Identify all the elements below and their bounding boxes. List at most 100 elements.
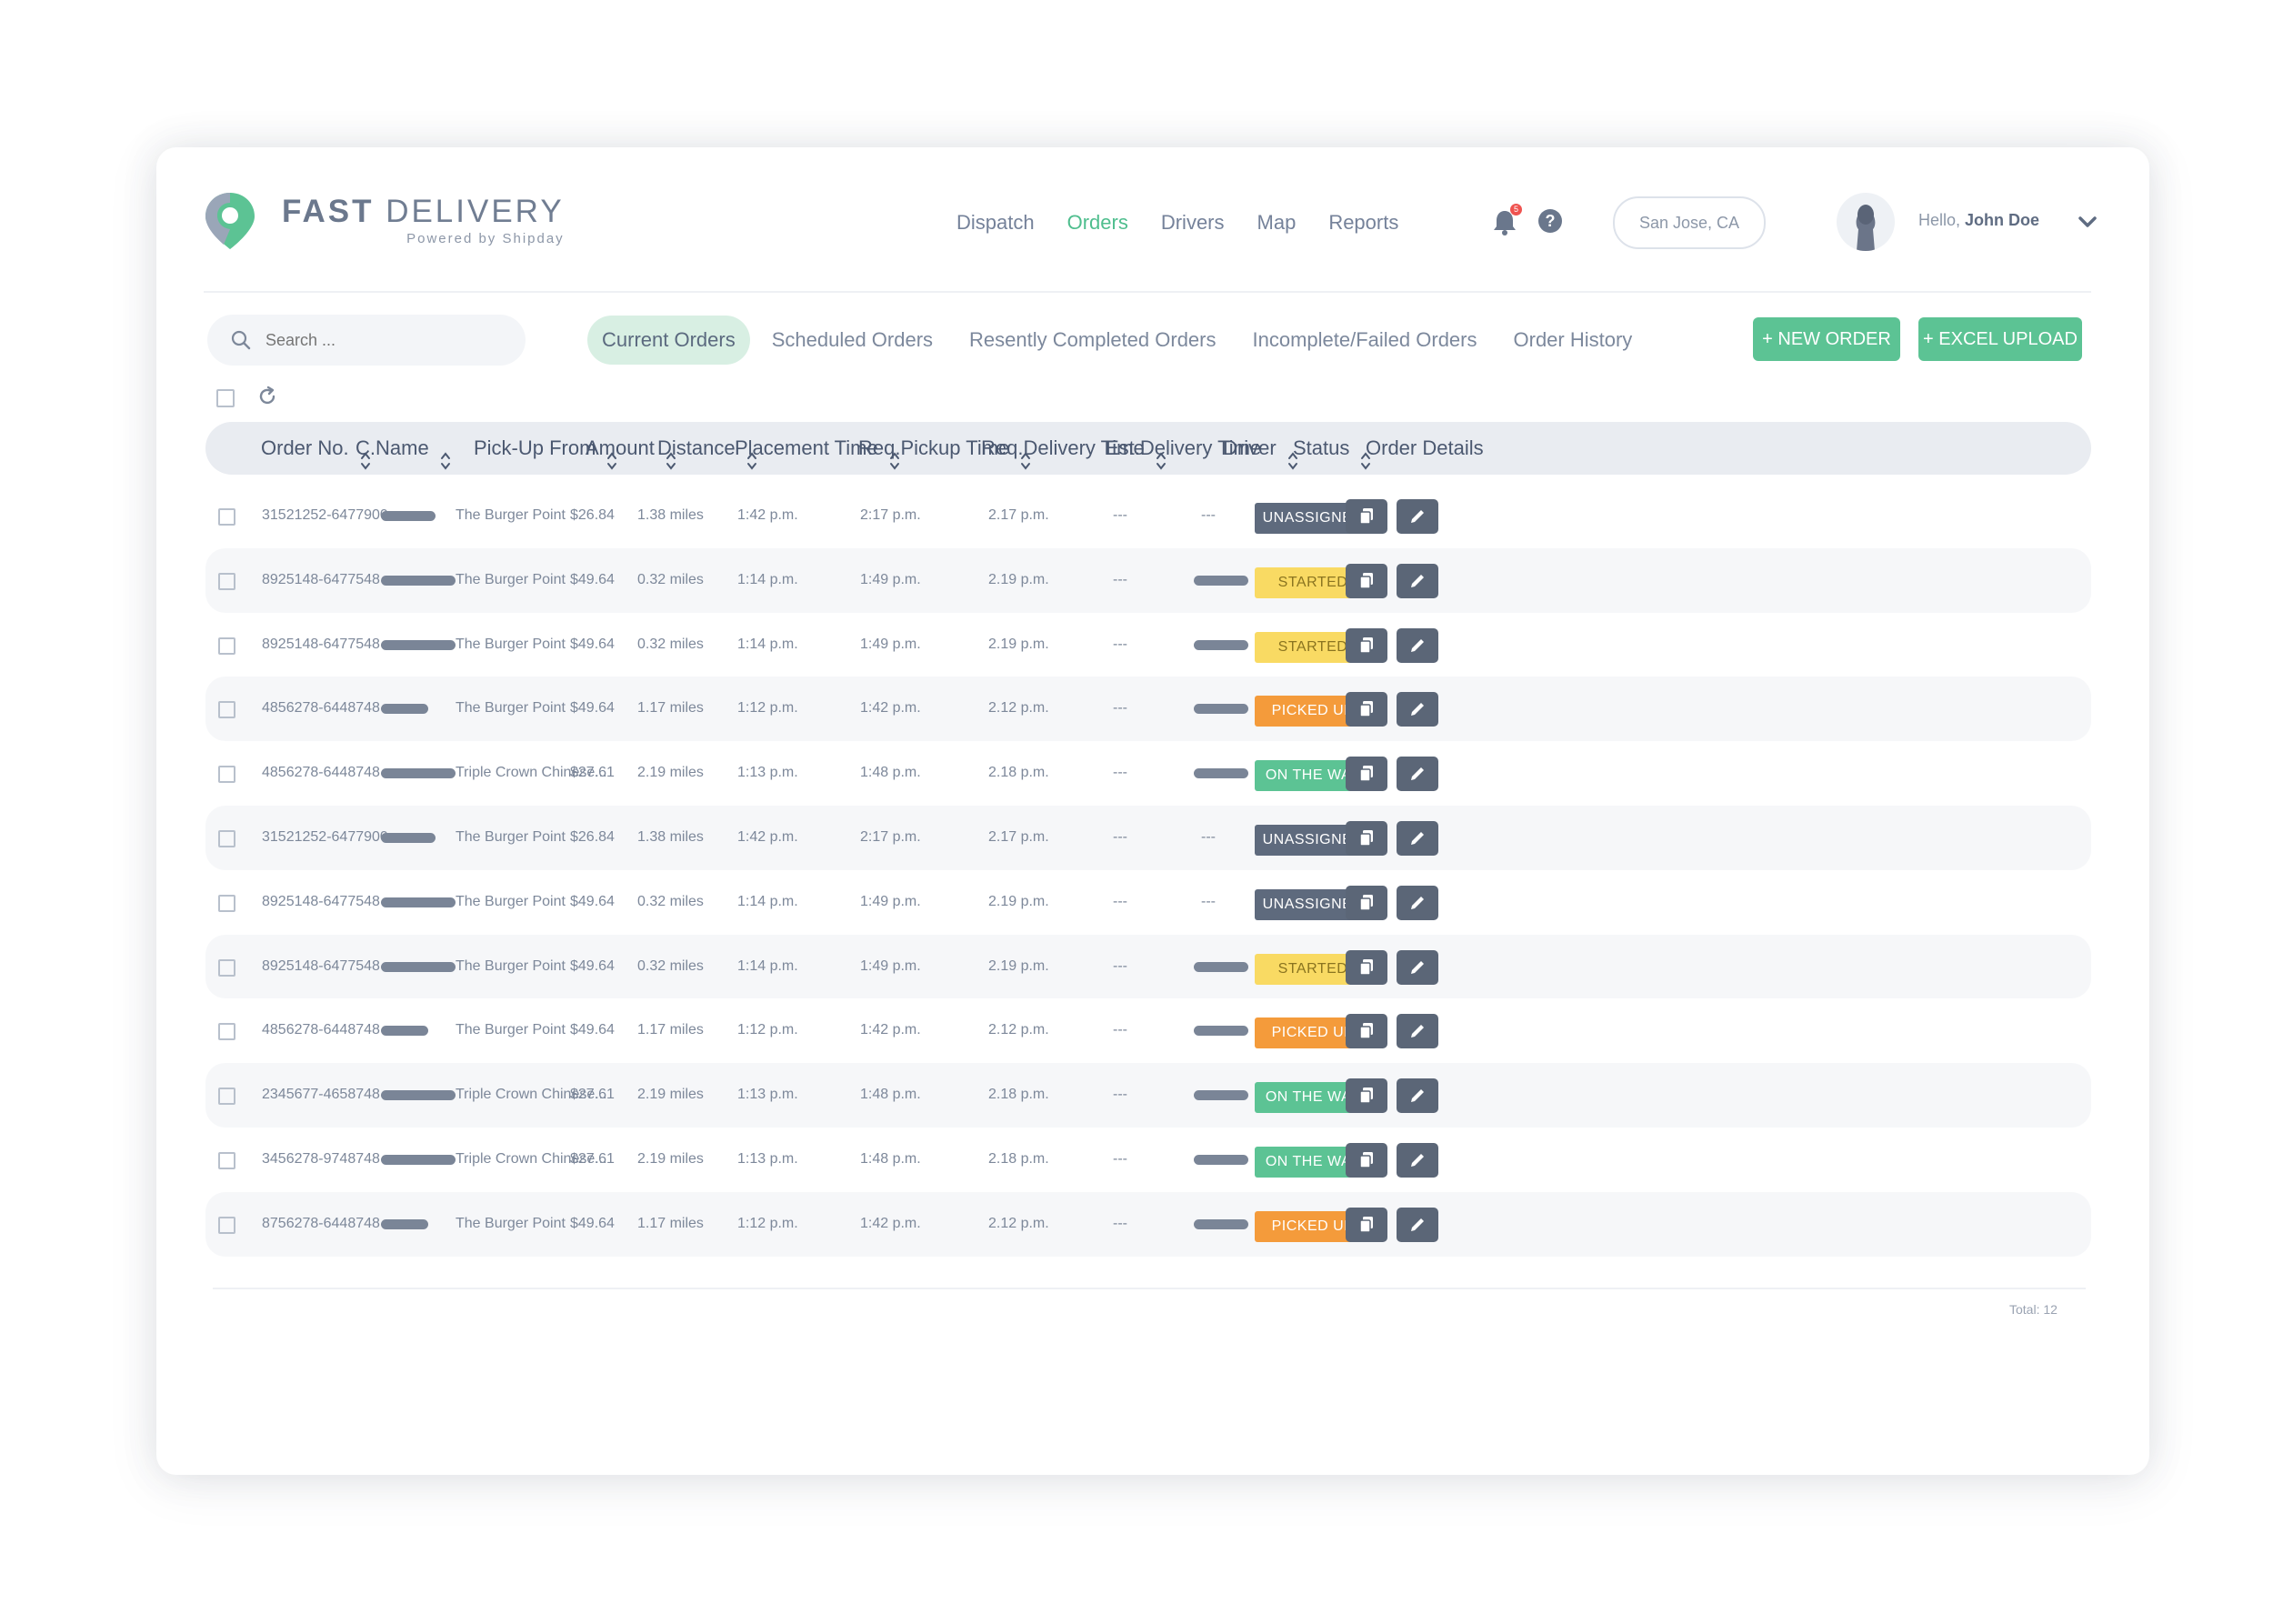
cell-amount: $49.64 [570, 571, 615, 587]
copy-order-button[interactable] [1346, 627, 1387, 663]
edit-icon [1411, 1025, 1424, 1038]
column-header-label: Pick-Up From [474, 436, 596, 459]
table-row[interactable]: 8925148-6477548 The Burger Point $49.64 0.3… [205, 613, 2091, 677]
copy-order-button[interactable] [1346, 1142, 1387, 1178]
copy-order-button[interactable] [1346, 949, 1387, 985]
edit-order-button[interactable] [1397, 885, 1438, 920]
column-header-c-name[interactable]: C.Name [355, 422, 451, 475]
edit-order-button[interactable] [1397, 692, 1438, 727]
edit-order-button[interactable] [1397, 1142, 1438, 1178]
copy-order-button[interactable] [1346, 692, 1387, 727]
edit-order-button[interactable] [1397, 820, 1438, 856]
column-header-label: Distance [657, 436, 736, 459]
table-row[interactable]: 31521252-6477900 The Burger Point $26.84 1.… [205, 484, 2091, 548]
excel-upload-button[interactable]: + EXCEL UPLOAD [1918, 317, 2082, 361]
copy-icon [1359, 1088, 1373, 1104]
main-nav: Dispatch Orders Drivers Map Reports [956, 211, 1431, 235]
chevron-down-icon[interactable] [2077, 211, 2098, 233]
select-all-checkbox[interactable] [216, 389, 235, 407]
table-row[interactable]: 4856278-6448748 The Burger Point $49.64 1.1… [205, 998, 2091, 1063]
nav-item-map[interactable]: Map [1257, 211, 1297, 235]
row-checkbox[interactable] [218, 637, 235, 655]
cell-distance: 1.38 miles [637, 828, 704, 845]
column-header-order-no[interactable]: Order No. [261, 422, 371, 475]
customer-name-placeholder [381, 832, 436, 843]
row-checkbox[interactable] [218, 1216, 235, 1234]
row-checkbox[interactable] [218, 1088, 235, 1106]
tab-incomplete-failed-orders[interactable]: Incomplete/Failed Orders [1238, 316, 1492, 365]
edit-order-button[interactable] [1397, 757, 1438, 792]
copy-order-button[interactable] [1346, 1078, 1387, 1114]
copy-order-button[interactable] [1346, 1207, 1387, 1242]
edit-icon [1411, 960, 1424, 974]
cell-order-no: 8925148-6477548 [262, 893, 380, 909]
table-row[interactable]: 2345677-4658748 Triple Crown Chinese... $2… [205, 1063, 2091, 1128]
edit-order-button[interactable] [1397, 1014, 1438, 1049]
row-checkbox[interactable] [218, 894, 235, 912]
row-checkbox[interactable] [218, 766, 235, 784]
search-input[interactable] [264, 329, 504, 351]
table-row[interactable]: 8925148-6477548 The Burger Point $49.64 0.3… [205, 934, 2091, 999]
help-icon[interactable]: ? [1538, 209, 1562, 233]
tab-current-orders[interactable]: Current Orders [587, 316, 750, 365]
copy-order-button[interactable] [1346, 820, 1387, 856]
table-row[interactable]: 8925148-6477548 The Burger Point $49.64 0.3… [205, 547, 2091, 613]
edit-order-button[interactable] [1397, 949, 1438, 985]
row-checkbox[interactable] [218, 1023, 235, 1041]
table-row[interactable]: 4856278-6448748 The Burger Point $49.64 1.1… [205, 677, 2091, 742]
brand-logo[interactable]: FAST DELIVERY Powered by Shipday [204, 191, 565, 251]
edit-order-button[interactable] [1397, 627, 1438, 663]
nav-item-drivers[interactable]: Drivers [1161, 211, 1225, 235]
table-row[interactable]: 4856278-6448748 Triple Crown Chinese... $2… [205, 741, 2091, 806]
copy-order-button[interactable] [1346, 563, 1387, 598]
cell-placement: 1:14 p.m. [737, 957, 798, 974]
row-checkbox[interactable] [218, 572, 235, 590]
row-checkbox[interactable] [218, 701, 235, 719]
row-checkbox[interactable] [218, 1151, 235, 1169]
new-order-button[interactable]: + NEW ORDER [1753, 317, 1900, 361]
column-header-label: C.Name [355, 436, 429, 459]
copy-order-button[interactable] [1346, 885, 1387, 920]
cell-placement: 1:13 p.m. [737, 1150, 798, 1167]
nav-item-orders[interactable]: Orders [1067, 211, 1128, 235]
nav-item-dispatch[interactable]: Dispatch [956, 211, 1035, 235]
copy-order-button[interactable] [1346, 757, 1387, 792]
edit-order-button[interactable] [1397, 1207, 1438, 1242]
sort-icon[interactable] [440, 438, 451, 470]
row-checkbox[interactable] [218, 508, 235, 526]
cell-distance: 1.17 miles [637, 1215, 704, 1231]
row-checkbox[interactable] [218, 958, 235, 977]
search-icon [231, 330, 251, 350]
search-box[interactable] [207, 315, 526, 366]
edit-order-button[interactable] [1397, 563, 1438, 598]
driver-name-placeholder [1194, 575, 1248, 586]
edit-order-button[interactable] [1397, 499, 1438, 534]
notification-bell-icon[interactable]: 5 [1491, 204, 1522, 236]
nav-item-reports[interactable]: Reports [1328, 211, 1398, 235]
copy-order-button[interactable] [1346, 499, 1387, 534]
cell-est-delivery: --- [1113, 828, 1127, 845]
refresh-icon[interactable] [256, 386, 278, 407]
table-footer-divider [213, 1288, 2086, 1289]
cell-req-delivery: 2.18 p.m. [988, 1150, 1049, 1167]
column-header-status[interactable]: Status [1293, 422, 1371, 475]
customer-name-placeholder [381, 1218, 428, 1229]
cell-est-delivery: --- [1113, 1150, 1127, 1167]
customer-name-placeholder [381, 575, 456, 586]
row-checkbox[interactable] [218, 829, 235, 847]
cell-req-pickup: 1:49 p.m. [860, 636, 921, 652]
column-header-driver[interactable]: Driver [1223, 422, 1298, 475]
location-selector[interactable]: San Jose, CA [1613, 196, 1766, 249]
table-row[interactable]: 8756278-6448748 The Burger Point $49.64 1.1… [205, 1191, 2091, 1257]
table-row[interactable]: 31521252-6477900 The Burger Point $26.84 1.… [205, 805, 2091, 870]
edit-order-button[interactable] [1397, 1078, 1438, 1114]
tab-resently-completed-orders[interactable]: Resently Completed Orders [955, 316, 1230, 365]
copy-order-button[interactable] [1346, 1014, 1387, 1049]
driver-name-placeholder [1194, 1218, 1248, 1229]
avatar[interactable] [1837, 193, 1895, 251]
table-row[interactable]: 8925148-6477548 The Burger Point $49.64 0.3… [205, 870, 2091, 935]
table-row[interactable]: 3456278-9748748 Triple Crown Chinese... $2… [205, 1128, 2091, 1192]
tab-scheduled-orders[interactable]: Scheduled Orders [757, 316, 947, 365]
cell-order-no: 4856278-6448748 [262, 700, 380, 717]
tab-order-history[interactable]: Order History [1499, 316, 1647, 365]
